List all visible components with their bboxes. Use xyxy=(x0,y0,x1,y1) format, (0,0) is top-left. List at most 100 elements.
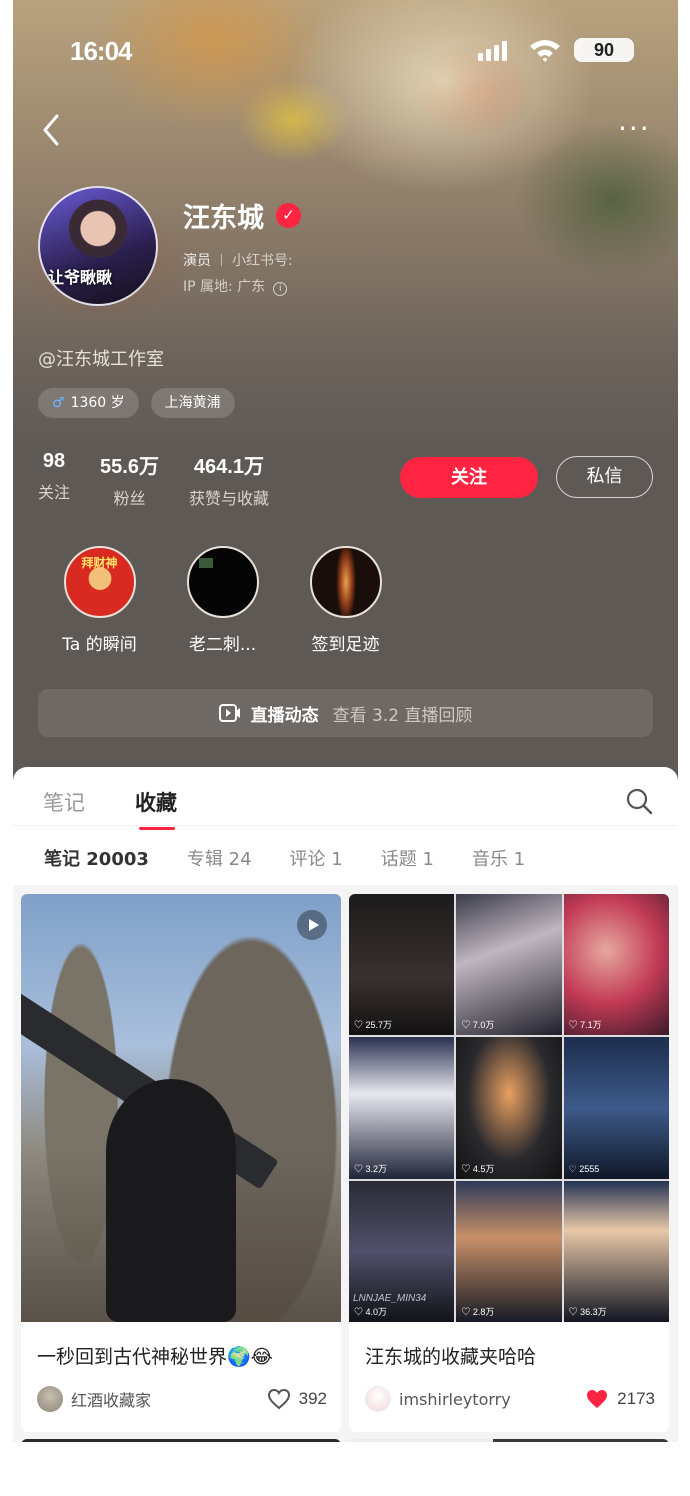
live-replay-bar[interactable]: 直播动态 查看 3.2 直播回顾 xyxy=(38,689,653,737)
bio-mention[interactable]: @汪东城工作室 xyxy=(38,345,164,371)
subtab-comments[interactable]: 评论 1 xyxy=(290,845,343,871)
signal-icon xyxy=(478,39,516,61)
author-avatar[interactable] xyxy=(365,1386,391,1412)
subtab-topics[interactable]: 话题 1 xyxy=(381,845,434,871)
collection-subtabs: 笔记 20003 专辑 24 评论 1 话题 1 音乐 1 xyxy=(44,845,525,871)
message-button[interactable]: 私信 xyxy=(556,456,653,498)
tile-likes: ♡ 36.3万 xyxy=(568,1306,607,1317)
male-icon: ♂ xyxy=(52,395,65,411)
redbook-id[interactable]: 小红书号: xyxy=(232,250,293,270)
subtab-albums[interactable]: 专辑 24 xyxy=(187,845,252,871)
meta-divider xyxy=(221,254,222,266)
note-card-peek[interactable] xyxy=(21,1439,341,1442)
location-tag-text: 上海黄浦 xyxy=(164,395,221,411)
author-name[interactable]: imshirleytorry xyxy=(399,1390,585,1409)
active-tab-indicator xyxy=(139,827,175,830)
profile-meta: 演员 小红书号: xyxy=(183,250,293,270)
note-card[interactable]: 一秒回到古代神秘世界🌍😂 红酒收藏家 392 xyxy=(21,894,341,1432)
collage-tile: ♡ 7.1万 xyxy=(563,894,669,1036)
highlight-badge: 拜财神 xyxy=(81,556,118,570)
tab-collections[interactable]: 收藏 xyxy=(135,787,177,830)
highlight-cover xyxy=(309,546,382,618)
highlight-cover: 拜财神 xyxy=(63,546,136,618)
tile-likes: ♡ 4.0万 xyxy=(354,1306,388,1317)
tile-likes: ♡ 2.8万 xyxy=(461,1306,495,1317)
stat-value: 464.1万 xyxy=(193,456,264,478)
collage-tile: ♡ 2555 xyxy=(563,1037,669,1179)
collage-tile: ♡ 7.0万 xyxy=(456,894,562,1036)
battery-indicator: 90 xyxy=(574,38,634,62)
ip-location-text: IP 属地: 广东 xyxy=(183,279,266,295)
status-icons: 90 xyxy=(478,38,634,62)
verified-badge-icon: ✓ xyxy=(276,203,301,228)
author-name[interactable]: 红酒收藏家 xyxy=(71,1387,267,1411)
stat-likes-collects[interactable]: 464.1万 获赞与收藏 xyxy=(189,450,269,509)
highlight-moments[interactable]: 拜财神 Ta 的瞬间 xyxy=(38,546,161,655)
live-video-icon xyxy=(218,704,240,722)
occupation: 演员 xyxy=(183,253,211,269)
age-tag-text: 1360 岁 xyxy=(70,395,125,411)
stat-label: 粉丝 xyxy=(113,489,146,508)
collage-tile: LNNJAE_MIN34 ♡ 4.0万 xyxy=(349,1180,455,1322)
note-title: 一秒回到古代神秘世界🌍😂 xyxy=(37,1346,273,1368)
stat-value: 55.6万 xyxy=(100,456,159,478)
highlights-row: 拜财神 Ta 的瞬间 老二刺... 签到足迹 xyxy=(38,546,407,655)
collage-tile: ♡ 25.7万 xyxy=(349,894,455,1036)
content-panel: 笔记 收藏 笔记 20003 专辑 24 评论 1 话题 1 音乐 1 一秒回到… xyxy=(13,767,678,1442)
stat-following[interactable]: 98 关注 xyxy=(38,450,70,509)
status-time: 16:04 xyxy=(70,36,132,66)
tab-label: 收藏 xyxy=(135,791,177,815)
highlight-label: 签到足迹 xyxy=(311,635,380,655)
subtab-music[interactable]: 音乐 1 xyxy=(472,845,525,871)
wifi-icon xyxy=(530,40,560,62)
heart-filled-icon[interactable] xyxy=(585,1388,609,1410)
like-count: 2173 xyxy=(617,1389,655,1408)
cover-figure-shape xyxy=(106,1079,236,1322)
profile-screen: 16:04 90 ··· 让爷瞅瞅 汪东城 ✓ 演员 小红书号: IP 属地: … xyxy=(13,0,678,1442)
avatar[interactable]: 让爷瞅瞅 xyxy=(38,186,158,306)
content-tabs: 笔记 收藏 xyxy=(43,787,177,830)
search-icon[interactable] xyxy=(625,787,653,815)
highlight-label: 老二刺... xyxy=(188,635,257,655)
screen: 16:04 90 ··· 让爷瞅瞅 汪东城 ✓ 演员 小红书号: IP 属地: … xyxy=(0,0,690,1496)
highlight-second[interactable]: 老二刺... xyxy=(161,546,284,655)
note-footer: imshirleytorry 2173 xyxy=(365,1384,655,1414)
heart-outline-icon[interactable] xyxy=(267,1388,291,1410)
collage-tile: ♡ 2.8万 xyxy=(456,1180,562,1322)
note-cover-collage: ♡ 25.7万 ♡ 7.0万 ♡ 7.1万 ♡ 3.2万 ♡ 4.5万 ♡ 25… xyxy=(349,894,669,1322)
tile-likes: ♡ 7.1万 xyxy=(568,1020,602,1031)
avatar-caption: 让爷瞅瞅 xyxy=(48,268,113,287)
highlight-checkins[interactable]: 签到足迹 xyxy=(284,546,407,655)
note-footer: 红酒收藏家 392 xyxy=(37,1384,327,1414)
tile-likes: ♡ 2555 xyxy=(568,1163,600,1174)
tab-notes[interactable]: 笔记 xyxy=(43,787,85,817)
note-card-peek[interactable] xyxy=(349,1439,669,1442)
stat-label: 获赞与收藏 xyxy=(188,489,269,508)
collage-tile: ♡ 4.5万 xyxy=(456,1037,562,1179)
stat-followers[interactable]: 55.6万粉丝 xyxy=(100,450,159,509)
collage-tile: ♡ 36.3万 xyxy=(563,1180,669,1322)
follow-button[interactable]: 关注 xyxy=(400,457,538,498)
live-subtitle: 查看 3.2 直播回顾 xyxy=(332,705,473,726)
info-icon[interactable]: i xyxy=(273,282,288,296)
author-avatar[interactable] xyxy=(37,1386,63,1412)
tile-likes: ♡ 7.0万 xyxy=(461,1020,495,1031)
tile-likes: ♡ 3.2万 xyxy=(354,1163,388,1174)
subtab-notes[interactable]: 笔记 20003 xyxy=(44,845,149,871)
collage-tile: ♡ 3.2万 xyxy=(349,1037,455,1179)
like-count: 392 xyxy=(298,1389,327,1408)
location-tag: 上海黄浦 xyxy=(150,388,235,418)
tile-likes: ♡ 25.7万 xyxy=(354,1020,393,1031)
note-cover-image xyxy=(21,894,341,1322)
live-title: 直播动态 xyxy=(250,705,319,726)
highlight-cover xyxy=(186,546,259,618)
profile-tags: ♂ 1360 岁 上海黄浦 xyxy=(38,388,235,418)
back-arrow-icon[interactable] xyxy=(37,110,67,150)
status-bar: 16:04 90 xyxy=(13,30,678,74)
tabs-divider xyxy=(13,825,678,826)
more-options-icon[interactable]: ··· xyxy=(618,112,654,145)
profile-stats: 98 关注 55.6万粉丝 464.1万 获赞与收藏 xyxy=(38,450,269,509)
note-card[interactable]: ♡ 25.7万 ♡ 7.0万 ♡ 7.1万 ♡ 3.2万 ♡ 4.5万 ♡ 25… xyxy=(349,894,669,1432)
profile-name: 汪东城 xyxy=(183,203,264,234)
tile-watermark: LNNJAE_MIN34 xyxy=(353,1292,427,1304)
